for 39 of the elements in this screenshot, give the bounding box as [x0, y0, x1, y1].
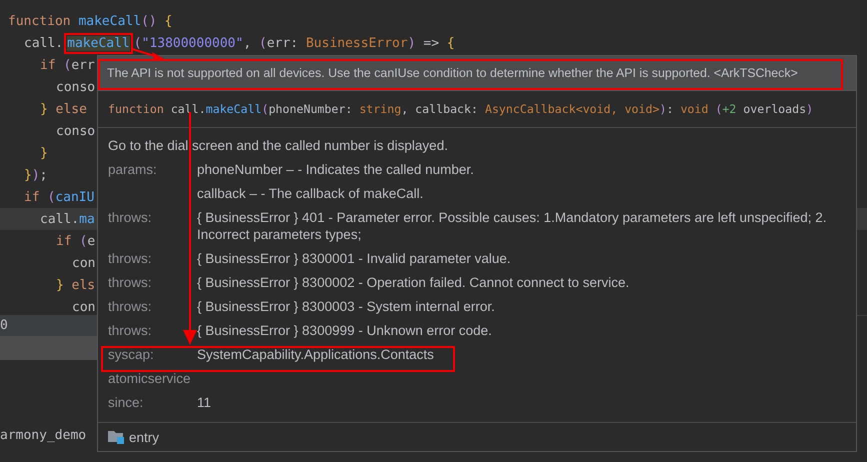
code-line: call.ma — [39, 212, 95, 226]
code-line: } — [39, 146, 48, 160]
code-line: } els — [55, 278, 96, 292]
code-line: if (e — [55, 234, 96, 248]
description: Go to the dial screen and the called number is displayed. — [108, 138, 449, 153]
doc-label: since: — [108, 394, 144, 411]
code-line: if (err — [39, 58, 95, 72]
doc-label: params: — [108, 161, 158, 178]
panel-header: 0 — [0, 316, 97, 336]
project-name: armony_demo — [0, 428, 88, 443]
doc-value: { BusinessError } 8300002 - Operation failed. Cannot connect to service. — [197, 274, 630, 291]
code-line: conso — [55, 124, 96, 138]
code-line: function makeCall() { — [7, 14, 172, 28]
doc-label: atomicservice — [108, 370, 192, 387]
doc-label: throws: — [108, 209, 153, 226]
code-line: conso — [55, 80, 96, 94]
doc-label: throws: — [108, 322, 153, 339]
code-line: if (canIU — [23, 190, 94, 204]
doc-value: { BusinessError } 8300003 - System internal error. — [197, 298, 496, 315]
folder-icon — [108, 430, 124, 444]
arrow — [132, 48, 166, 61]
code-line: call. makeCall ("13800000000", (err: BusinessError) => { — [23, 36, 455, 50]
doc-value: { BusinessError } 8300999 - Unknown error code. — [197, 322, 493, 339]
doc-label: throws: — [108, 298, 153, 315]
function-signature: function call.makeCall(phoneNumber: string, callback: AsyncCallback<void, void>): void (+2 overloads) — [98, 91, 856, 128]
module-name: entry — [129, 430, 160, 444]
doc-value: phoneNumber – - Indicates the called number. — [197, 161, 475, 178]
doc-label: throws: — [108, 274, 153, 291]
doc-value: { BusinessError } 401 - Parameter error. Possible causes: 1.Mandatory parameters are left unspecified; 2. Incorrect parameters types; — [197, 209, 828, 243]
code-line: } else — [39, 102, 87, 116]
doc-label: syscap: — [108, 346, 155, 363]
doc-value: { BusinessError } 8300001 - Invalid parameter value. — [197, 250, 512, 267]
code-line: }); — [23, 168, 48, 182]
doc-value: SystemCapability.Applications.Contacts — [197, 346, 435, 363]
code-line: con — [71, 300, 96, 314]
doc-value: callback – - The callback of makeCall. — [197, 185, 424, 202]
doc-value: 11 — [197, 394, 212, 411]
code-line: con — [71, 256, 96, 270]
doc-label: throws: — [108, 250, 153, 267]
